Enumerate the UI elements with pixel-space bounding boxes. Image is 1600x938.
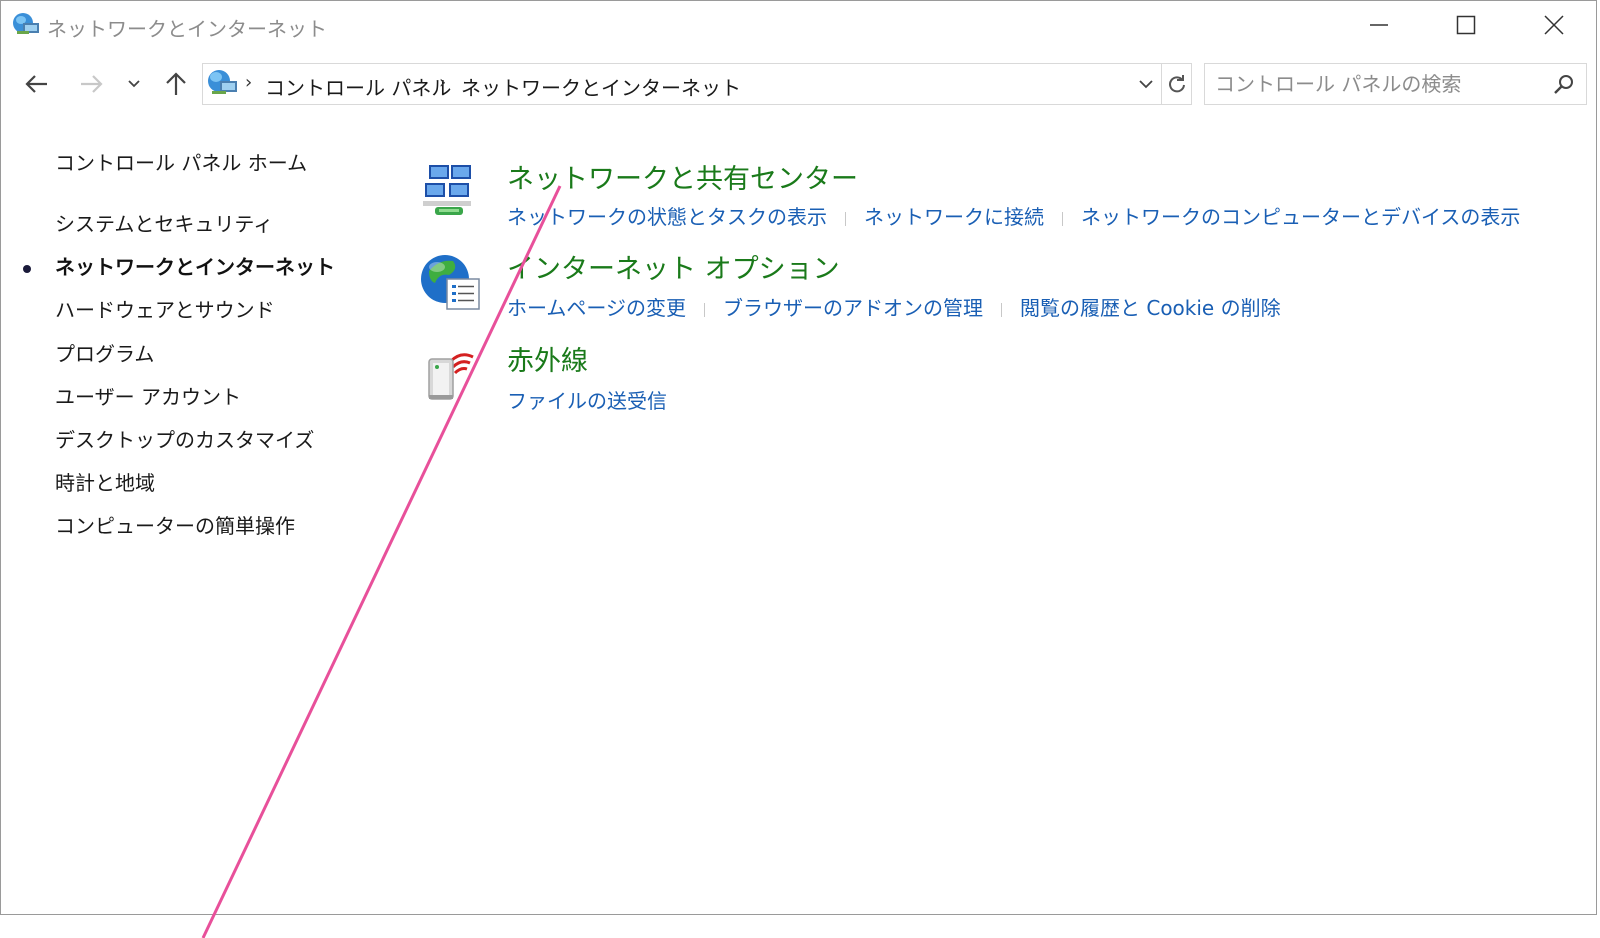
arrow-left-icon [25, 75, 47, 93]
link-change-homepage[interactable]: ホームページの変更 [507, 296, 686, 320]
control-panel-window: ネットワークとインターネット › コントロール パネル › ネットワークとインタ… [0, 0, 1597, 915]
back-button[interactable] [19, 65, 55, 103]
sidebar-item-network-internet[interactable]: ネットワークとインターネット [55, 251, 335, 280]
link-separator [845, 211, 846, 226]
arrow-right-icon [81, 75, 103, 93]
title-bar[interactable]: ネットワークとインターネット [1, 1, 1596, 49]
forward-button[interactable] [73, 65, 109, 103]
network-folder-icon [205, 66, 239, 104]
sidebar-item-system-security[interactable]: システムとセキュリティ [55, 208, 273, 237]
category-title-internet-options[interactable]: インターネット オプション [507, 247, 840, 286]
link-delete-history-cookies[interactable]: 閲覧の履歴と Cookie の削除 [1020, 296, 1281, 320]
infrared-icon [423, 345, 481, 409]
link-view-network-status[interactable]: ネットワークの状態とタスクの表示 [507, 205, 827, 229]
arrow-up-icon [166, 72, 186, 95]
close-button[interactable] [1511, 1, 1597, 49]
close-icon [1544, 15, 1564, 35]
search-input[interactable] [1215, 68, 1535, 100]
network-sharing-center-icon [419, 161, 475, 225]
category-links-network-sharing-center: ネットワークの状態とタスクの表示 ネットワークに接続 ネットワークのコンピューターと… [507, 201, 1520, 230]
link-separator [704, 302, 705, 317]
refresh-icon [1169, 75, 1185, 93]
internet-options-globe-icon [419, 251, 481, 317]
chevron-down-icon [1139, 80, 1153, 89]
breadcrumb-separator-icon: › [439, 72, 447, 93]
recent-locations-button[interactable] [123, 65, 145, 103]
address-bar[interactable]: › コントロール パネル › ネットワークとインターネット [202, 63, 1192, 105]
breadcrumb-network-internet[interactable]: ネットワークとインターネット [461, 72, 741, 101]
link-separator [1001, 302, 1002, 317]
refresh-button[interactable] [1161, 64, 1192, 104]
active-item-bullet-icon [23, 265, 31, 273]
sidebar-item-control-panel-home[interactable]: コントロール パネル ホーム [55, 147, 307, 176]
link-send-receive-files[interactable]: ファイルの送受信 [507, 389, 667, 413]
up-button[interactable] [158, 65, 194, 103]
sidebar-item-desktop-customization[interactable]: デスクトップのカスタマイズ [55, 424, 314, 453]
category-title-infrared[interactable]: 赤外線 [507, 339, 588, 378]
category-title-network-sharing-center[interactable]: ネットワークと共有センター [507, 157, 858, 196]
maximize-icon [1456, 15, 1476, 35]
window-title: ネットワークとインターネット [47, 17, 327, 41]
minimize-icon [1370, 24, 1388, 26]
link-manage-browser-addons[interactable]: ブラウザーのアドオンの管理 [723, 296, 983, 320]
maximize-button[interactable] [1423, 1, 1509, 49]
breadcrumb-separator-icon: › [245, 72, 253, 93]
network-folder-icon [11, 11, 41, 41]
category-links-internet-options: ホームページの変更 ブラウザーのアドオンの管理 閲覧の履歴と Cookie の削除 [507, 292, 1281, 321]
link-view-network-computers[interactable]: ネットワークのコンピューターとデバイスの表示 [1081, 205, 1520, 229]
sidebar-item-programs[interactable]: プログラム [55, 338, 154, 367]
breadcrumb-control-panel[interactable]: コントロール パネル [265, 72, 451, 101]
search-icon[interactable] [1550, 71, 1578, 99]
link-connect-to-network[interactable]: ネットワークに接続 [864, 205, 1044, 229]
minimize-button[interactable] [1336, 1, 1422, 49]
chevron-down-icon [128, 80, 140, 88]
search-box[interactable] [1204, 63, 1587, 105]
navigation-bar: › コントロール パネル › ネットワークとインターネット [1, 63, 1596, 107]
category-links-infrared: ファイルの送受信 [507, 385, 667, 414]
address-history-dropdown[interactable] [1133, 64, 1159, 104]
link-separator [1062, 211, 1063, 226]
sidebar-item-ease-of-access[interactable]: コンピューターの簡単操作 [55, 510, 295, 539]
sidebar-item-user-accounts[interactable]: ユーザー アカウント [55, 381, 241, 410]
sidebar-item-clock-region[interactable]: 時計と地域 [55, 467, 155, 496]
sidebar-item-hardware-sound[interactable]: ハードウェアとサウンド [55, 294, 275, 323]
